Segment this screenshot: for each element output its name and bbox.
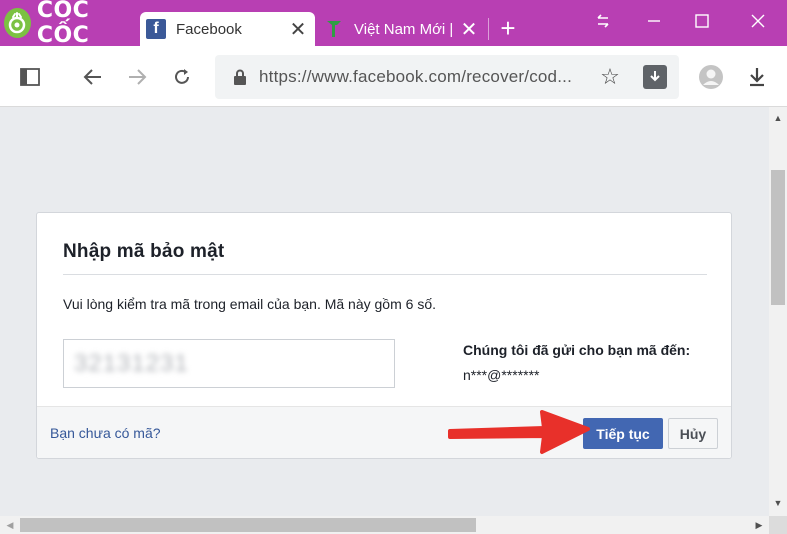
divider bbox=[63, 274, 707, 275]
close-icon[interactable] bbox=[740, 8, 776, 34]
downloads-icon[interactable] bbox=[742, 62, 772, 92]
reload-icon[interactable] bbox=[167, 62, 197, 92]
bookmark-star-icon[interactable]: ☆ bbox=[598, 64, 622, 89]
annotation-arrow-icon bbox=[448, 410, 590, 454]
page-viewport: Nhập mã bảo mật Vui lòng kiểm tra mã tro… bbox=[0, 107, 769, 516]
vertical-scroll-thumb[interactable] bbox=[771, 170, 785, 305]
scroll-down-icon[interactable]: ▼ bbox=[769, 496, 787, 510]
security-code-value: 32131231 bbox=[74, 349, 189, 377]
tab-close-icon[interactable]: ✕ bbox=[458, 18, 480, 41]
scroll-left-icon[interactable]: ◀ bbox=[4, 518, 16, 532]
horizontal-scroll-thumb[interactable] bbox=[20, 518, 476, 532]
lock-icon[interactable] bbox=[229, 66, 251, 88]
forward-icon[interactable] bbox=[122, 62, 152, 92]
dialog-footer: Bạn chưa có mã? Tiếp tục Hủy bbox=[37, 406, 731, 458]
vertical-scrollbar[interactable]: ▲ ▼ bbox=[769, 107, 787, 516]
dialog-description: Vui lòng kiểm tra mã trong email của bạn… bbox=[63, 296, 436, 312]
tab-facebook[interactable]: f Facebook ✕ bbox=[140, 12, 315, 46]
horizontal-scrollbar[interactable]: ◀ ▶ bbox=[0, 516, 769, 534]
coccoc-logo[interactable]: CỐC CỐC bbox=[0, 0, 138, 48]
continue-button[interactable]: Tiếp tục bbox=[583, 418, 663, 449]
code-sent-label: Chúng tôi đã gửi cho bạn mã đến: bbox=[463, 342, 691, 358]
tab-close-icon[interactable]: ✕ bbox=[287, 18, 309, 41]
code-sent-email: n***@******* bbox=[463, 367, 540, 383]
scroll-up-icon[interactable]: ▲ bbox=[769, 111, 787, 125]
address-bar[interactable]: https://www.facebook.com/recover/cod... … bbox=[215, 55, 679, 99]
sidebar-toggle-icon[interactable] bbox=[15, 62, 45, 92]
minimize-icon[interactable] bbox=[636, 8, 672, 34]
facebook-icon: f bbox=[146, 19, 166, 39]
restore-tabs-icon[interactable] bbox=[585, 8, 621, 34]
profile-avatar-icon[interactable] bbox=[696, 62, 726, 92]
url-text[interactable]: https://www.facebook.com/recover/cod... bbox=[259, 67, 584, 87]
tab-separator bbox=[488, 18, 489, 40]
brand-name: CỐC CỐC bbox=[36, 0, 90, 48]
tab-title: Việt Nam Mới | bbox=[354, 20, 454, 38]
scroll-right-icon[interactable]: ▶ bbox=[753, 518, 765, 532]
tab-viet-nam-moi[interactable]: Việt Nam Mới | ✕ bbox=[318, 12, 486, 46]
tab-strip: CỐC CỐC f Facebook ✕ Việt Nam Mới | ✕ + bbox=[0, 0, 787, 48]
back-icon[interactable] bbox=[78, 62, 108, 92]
coccoc-logo-icon bbox=[4, 8, 31, 38]
maximize-icon[interactable] bbox=[684, 8, 720, 34]
dialog-title: Nhập mã bảo mật bbox=[63, 241, 225, 262]
tab-title: Facebook bbox=[176, 20, 242, 38]
cancel-button[interactable]: Hủy bbox=[668, 418, 718, 449]
browser-toolbar: https://www.facebook.com/recover/cod... … bbox=[0, 46, 787, 107]
security-code-input[interactable]: 32131231 bbox=[63, 339, 395, 388]
leaf-icon bbox=[324, 19, 344, 39]
new-tab-button[interactable]: + bbox=[494, 13, 522, 43]
security-code-dialog: Nhập mã bảo mật Vui lòng kiểm tra mã tro… bbox=[36, 212, 732, 459]
no-code-link[interactable]: Bạn chưa có mã? bbox=[50, 425, 161, 441]
download-video-icon[interactable] bbox=[643, 65, 667, 89]
scrollbar-corner bbox=[769, 516, 787, 534]
